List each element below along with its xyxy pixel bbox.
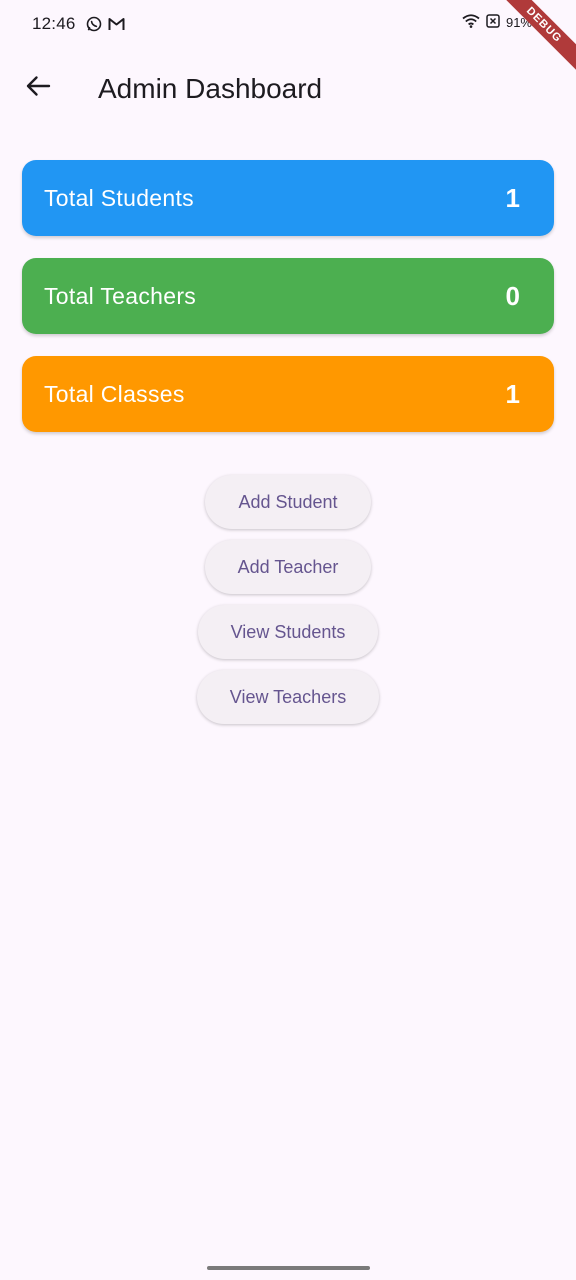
view-students-button[interactable]: View Students bbox=[197, 605, 379, 659]
stats-list: Total Students 1 Total Teachers 0 Total … bbox=[22, 160, 554, 454]
app-bar: Admin Dashboard bbox=[0, 56, 576, 122]
total-teachers-value: 0 bbox=[505, 280, 520, 311]
battery-level: 91% bbox=[505, 15, 532, 30]
no-sim-icon bbox=[486, 14, 500, 31]
status-bar: 12:46 91% bbox=[0, 0, 576, 50]
total-students-label: Total Students bbox=[44, 184, 194, 211]
total-students-value: 1 bbox=[505, 182, 520, 213]
battery-icon bbox=[538, 14, 546, 31]
add-teacher-button[interactable]: Add Teacher bbox=[204, 540, 372, 594]
page-title: Admin Dashboard bbox=[98, 73, 323, 104]
arrow-back-icon bbox=[25, 75, 51, 102]
whatsapp-icon bbox=[86, 16, 102, 37]
status-time: 12:46 bbox=[32, 14, 76, 33]
gmail-icon bbox=[108, 17, 125, 36]
view-teachers-button[interactable]: View Teachers bbox=[196, 670, 380, 724]
back-button[interactable] bbox=[16, 66, 60, 110]
add-student-button[interactable]: Add Student bbox=[205, 475, 371, 529]
gesture-nav-handle[interactable] bbox=[207, 1266, 370, 1270]
wifi-icon bbox=[462, 14, 480, 31]
notification-icons bbox=[86, 16, 125, 37]
total-students-card: Total Students 1 bbox=[22, 160, 554, 236]
system-icons: 91% bbox=[462, 14, 546, 31]
total-teachers-card: Total Teachers 0 bbox=[22, 258, 554, 334]
total-classes-label: Total Classes bbox=[44, 380, 185, 407]
action-buttons: Add Student Add Teacher View Students Vi… bbox=[0, 475, 576, 735]
total-classes-value: 1 bbox=[505, 378, 520, 409]
total-classes-card: Total Classes 1 bbox=[22, 356, 554, 432]
total-teachers-label: Total Teachers bbox=[44, 282, 197, 309]
